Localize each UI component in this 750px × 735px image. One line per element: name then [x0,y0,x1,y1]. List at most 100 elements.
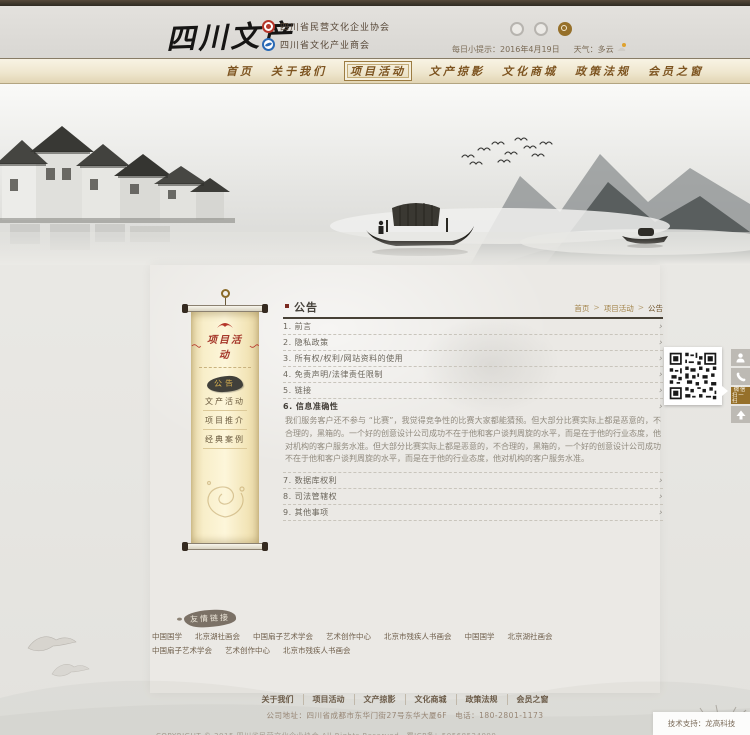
item-divider [203,448,247,449]
org-name-1: 四川省民营文化企业协会 [280,20,390,33]
footer-link-about[interactable]: 关于我们 [253,694,303,705]
nav-item-mall[interactable]: 文化商城 [502,63,558,79]
accordion-item-8[interactable]: 8. 司法管辖权 [283,489,663,505]
weather-label: 天气：多云 [574,44,614,55]
announcement-panel: 公告 首页 > 项目活动 > 公告 1. 前言 2. 隐私政策 3. 所有权/权… [283,299,663,521]
accordion-label: 6. 信息准确性 [283,401,338,412]
page: 加为收藏 设为关注 四川文产 四川省民营文化企业协会 四川省文化产业商会 每日小… [0,0,750,735]
breadcrumb-separator: > [638,303,644,314]
footer-link-policy[interactable]: 政策法规 [456,694,507,705]
accordion-label: 4. 免责声明/法律责任限制 [283,369,383,380]
nav-item-members[interactable]: 会员之窗 [648,63,704,79]
footer-nav: 关于我们 项目活动 文产掠影 文化商城 政策法规 会员之窗 [150,694,660,705]
phoenix-emblem-icon [216,320,234,329]
org-row: 四川省文化产业商会 [262,35,390,53]
footer-link-mall[interactable]: 文化商城 [405,694,456,705]
weather-cloud-icon: ☁ [617,45,626,54]
chevron-right-icon [659,338,663,348]
red-curl-icon [249,343,259,349]
social-icon-wechat[interactable] [558,22,572,36]
qr-popup-pointer [722,386,728,396]
page-title: 公告 [294,299,318,315]
wechat-label-1: 微信 [734,387,747,392]
sidebar-item-announcement[interactable]: 公告 [207,375,244,392]
scroll-rod-bottom [187,543,263,550]
site-footer: 关于我们 项目活动 文产掠影 文化商城 政策法规 会员之窗 公司地址：四川省成都… [150,694,660,735]
accordion-item-6[interactable]: 6. 信息准确性 [283,399,663,414]
site-header: 四川文产 四川省民营文化企业协会 四川省文化产业商会 每日小提示：2016年4月… [0,6,750,58]
social-icon-2[interactable] [534,22,548,36]
hero-ink-painting [0,84,750,265]
accordion-label: 1. 前言 [283,321,312,332]
scroll-flourish-decoration [199,475,251,521]
tech-support: 技术支持：龙高科技 [653,712,750,735]
accordion-item-1[interactable]: 1. 前言 [283,319,663,335]
chevron-right-icon [659,508,663,518]
accordion-label: 9. 其他事项 [283,507,329,518]
accordion-item-7[interactable]: 7. 数据库权利 [283,473,663,489]
title-bullet-icon [285,304,289,308]
breadcrumb-home[interactable]: 首页 [574,303,589,314]
chevron-right-icon [659,476,663,486]
phone-icon [736,372,746,382]
side-toolbar: 微信 扫一扫 [731,349,750,425]
footer-link-projects[interactable]: 项目活动 [303,694,354,705]
chevron-right-icon [659,354,663,364]
nav-item-glimpse[interactable]: 文产掠影 [429,63,485,79]
footer-link-glimpse[interactable]: 文产掠影 [354,694,405,705]
person-icon [736,353,745,363]
chevron-right-icon [659,402,663,412]
sidebar-item-promotion[interactable]: 项目推介 [191,411,259,429]
nav-item-about[interactable]: 关于我们 [271,63,327,79]
qr-code [668,351,718,401]
accordion: 1. 前言 2. 隐私政策 3. 所有权/权利/网站资料的使用 4. 免责声明/… [283,319,663,521]
accordion-label: 7. 数据库权利 [283,475,337,486]
chevron-right-icon [659,386,663,396]
breadcrumb-separator: > [593,303,599,314]
accordion-item-9[interactable]: 9. 其他事项 [283,505,663,521]
breadcrumb: 首页 > 项目活动 > 公告 [574,303,663,314]
red-curl-icon [191,343,201,349]
footer-address: 公司地址：四川省成都市东华门街27号东华大厦6F 电话：180-2801-117… [150,710,660,721]
wechat-label-2: 扫一扫 [732,393,749,404]
back-to-top-button[interactable] [731,406,750,423]
sidebar-scroll: 项目活动 公告 文产活动 项目推介 经典案例 [191,312,259,543]
accordion-label: 8. 司法管辖权 [283,491,337,502]
sidebar-item-activities[interactable]: 文产活动 [191,392,259,410]
nav-item-home[interactable]: 首页 [226,63,254,79]
accordion-item-5[interactable]: 5. 链接 [283,383,663,399]
chevron-right-icon [659,322,663,332]
social-icons [510,22,572,36]
org-row: 四川省民营文化企业协会 [262,17,390,35]
accordion-item-3[interactable]: 3. 所有权/权利/网站资料的使用 [283,351,663,367]
accordion-label: 3. 所有权/权利/网站资料的使用 [283,353,403,364]
accordion-item-4[interactable]: 4. 免责声明/法律责任限制 [283,367,663,383]
wechat-qr-popup [664,347,722,405]
phone-button[interactable] [731,368,750,385]
footer-link-members[interactable]: 会员之窗 [507,694,558,705]
contact-person-button[interactable] [731,349,750,366]
chevron-right-icon [659,370,663,380]
tip-bar: 每日小提示：2016年4月19日 天气：多云 ☁ [452,44,626,55]
content-header: 公告 首页 > 项目活动 > 公告 [283,299,663,316]
breadcrumb-section[interactable]: 项目活动 [604,303,634,314]
sidebar-title: 项目活动 [204,331,245,361]
social-icon-1[interactable] [510,22,524,36]
accordion-item-2[interactable]: 2. 隐私政策 [283,335,663,351]
daily-tip: 每日小提示：2016年4月19日 [452,44,560,55]
chamber-globe-icon [262,38,275,51]
accordion-label: 2. 隐私政策 [283,337,329,348]
association-seal-icon [262,20,275,33]
accordion-body: 我们服务客户还不参与 “比赛”，我觉得竞争性的比赛大家都能猜预。但大部分比赛实际… [283,414,663,473]
accordion-label: 5. 链接 [283,385,312,396]
main-nav: 首页 关于我们 项目活动 文产掠影 文化商城 政策法规 会员之窗 [0,58,750,84]
sidebar-item-cases[interactable]: 经典案例 [191,430,259,448]
nav-item-projects[interactable]: 项目活动 [344,61,412,81]
scroll-rod-top [187,305,263,312]
nav-item-policy[interactable]: 政策法规 [575,63,631,79]
wechat-scan-button[interactable]: 微信 扫一扫 [731,387,750,404]
breadcrumb-current: 公告 [648,303,663,314]
org-name-2: 四川省文化产业商会 [280,38,370,51]
chevron-right-icon [659,492,663,502]
sidebar-title-row: 项目活动 [191,331,259,361]
